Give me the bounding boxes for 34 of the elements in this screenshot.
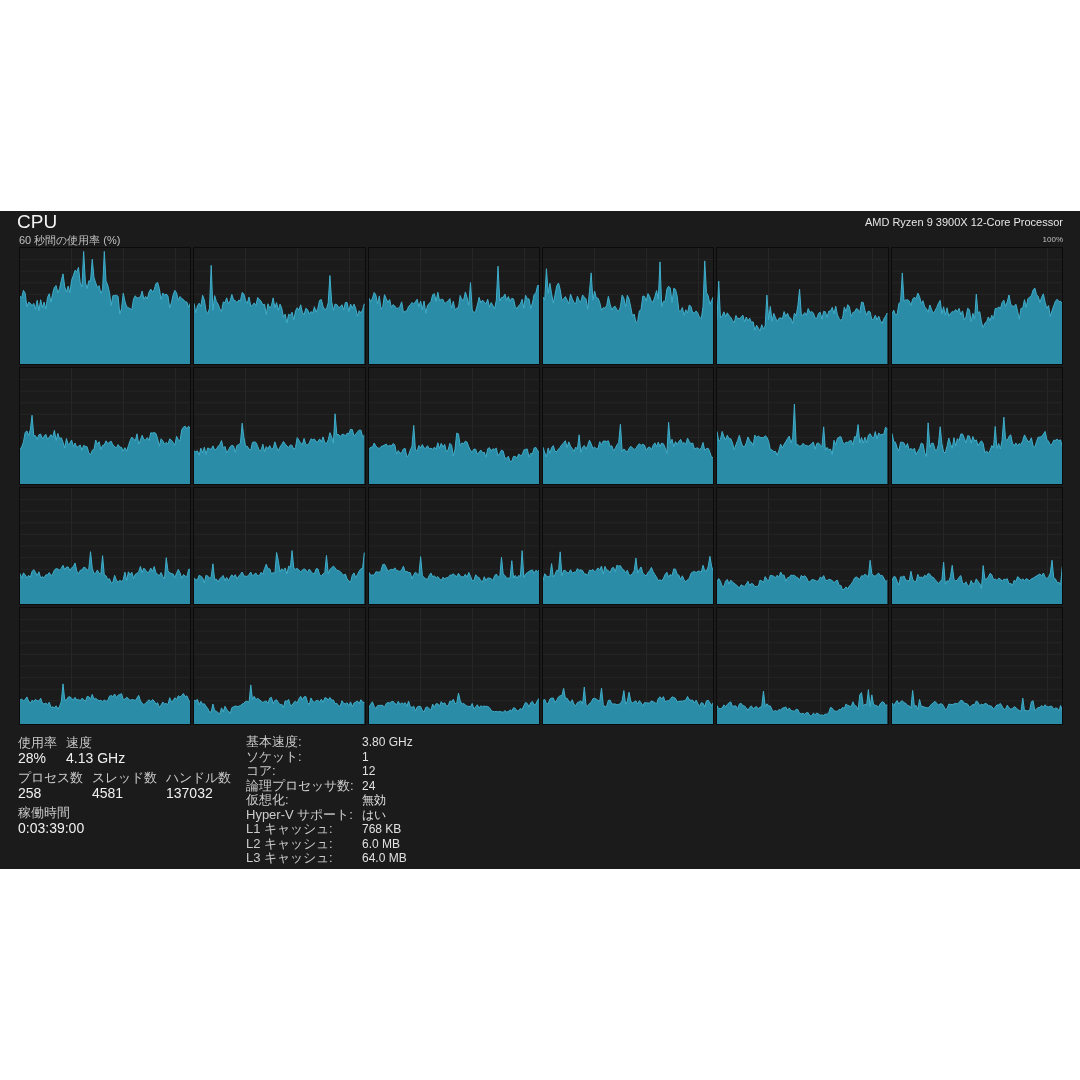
stat-value: 4.13 GHz: [66, 750, 126, 768]
spec-value: 3.80 GHz: [362, 735, 413, 750]
spec-value: 無効: [362, 793, 387, 808]
spec-value: 64.0 MB: [362, 851, 408, 866]
spec-label: 論理プロセッサ数:: [246, 778, 355, 793]
spec-label: 仮想化:: [246, 793, 290, 808]
stat-label: 稼働時間: [18, 805, 71, 821]
stat-label: スレッド数: [92, 770, 157, 786]
spec-value: 1: [362, 749, 370, 765]
spec-value: 12: [362, 764, 377, 779]
processor-name: AMD Ryzen 9 3900X 12-Core Processor: [864, 215, 1063, 230]
stat-value: 4581: [92, 785, 125, 803]
stat-value: 258: [18, 785, 43, 803]
spec-label: 基本速度:: [246, 735, 303, 750]
stat-label: 速度: [66, 735, 93, 751]
scale-max-label: 100%: [1042, 235, 1063, 246]
spec-label: L1 キャッシュ:: [246, 822, 334, 837]
stat-label: プロセス数: [18, 770, 83, 786]
graph-caption: 60 秒間の使用率 (%): [19, 233, 121, 247]
stat-value: 28%: [18, 750, 48, 768]
spec-label: L2 キャッシュ:: [246, 836, 334, 852]
spec-label: ソケット:: [246, 749, 303, 765]
stat-value: 137032: [166, 785, 214, 803]
spec-label: コア:: [246, 764, 277, 779]
stat-label: 使用率: [18, 735, 57, 751]
spec-value: 6.0 MB: [362, 836, 401, 852]
spec-label: Hyper-V サポート:: [246, 807, 354, 823]
spec-label: L3 キャッシュ:: [246, 851, 334, 866]
stat-value: 0:03:39:00: [18, 820, 85, 838]
panel-title: CPU: [17, 211, 58, 234]
spec-value: 768 KB: [362, 822, 403, 837]
spec-value: はい: [362, 807, 387, 823]
spec-value: 24: [362, 778, 377, 794]
stat-label: ハンドル数: [166, 770, 231, 786]
